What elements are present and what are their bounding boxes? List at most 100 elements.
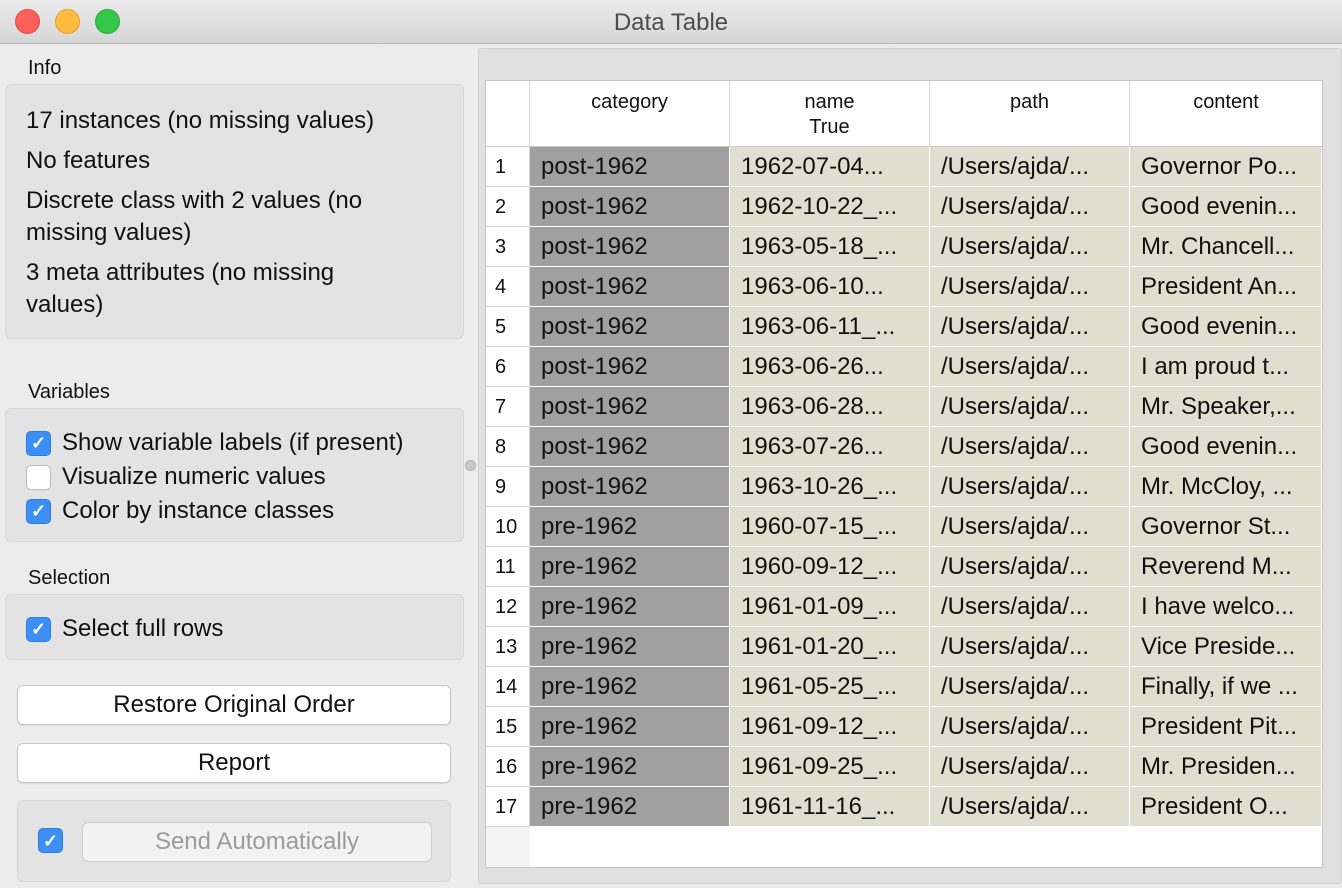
cell-category[interactable]: post-1962	[530, 467, 730, 507]
cell-path[interactable]: /Users/ajda/...	[930, 387, 1130, 427]
table-row[interactable]: 2 post-1962 1962-10-22_.../Users/ajda/... G…	[486, 187, 1322, 227]
cell-category[interactable]: pre-1962	[530, 547, 730, 587]
cell-content[interactable]: I am proud t...	[1130, 347, 1322, 387]
cell-category[interactable]: post-1962	[530, 387, 730, 427]
row-number[interactable]: 1	[486, 147, 530, 187]
table-row[interactable]: 17 pre-1962 1961-11-16_.../Users/ajda/... P…	[486, 787, 1322, 827]
cell-path[interactable]: /Users/ajda/...	[930, 707, 1130, 747]
cell-name[interactable]: 1961-11-16_...	[730, 787, 930, 827]
cell-content[interactable]: Governor St...	[1130, 507, 1322, 547]
cell-name[interactable]: 1960-07-15_...	[730, 507, 930, 547]
color-by-class-checkbox[interactable]: ✓ Color by instance classes	[26, 496, 334, 526]
cell-category[interactable]: pre-1962	[530, 667, 730, 707]
cell-category[interactable]: post-1962	[530, 347, 730, 387]
cell-path[interactable]: /Users/ajda/...	[930, 547, 1130, 587]
cell-name[interactable]: 1963-06-26...	[730, 347, 930, 387]
cell-name[interactable]: 1963-06-10...	[730, 267, 930, 307]
cell-category[interactable]: post-1962	[530, 307, 730, 347]
table-row[interactable]: 8 post-1962 1963-07-26.../Users/ajda/... Go…	[486, 427, 1322, 467]
cell-path[interactable]: /Users/ajda/...	[930, 267, 1130, 307]
send-automatically-checkbox[interactable]: ✓	[38, 828, 63, 853]
cell-category[interactable]: post-1962	[530, 147, 730, 187]
cell-category[interactable]: pre-1962	[530, 707, 730, 747]
table-row[interactable]: 7 post-1962 1963-06-28.../Users/ajda/... Mr…	[486, 387, 1322, 427]
table-row[interactable]: 16 pre-1962 1961-09-25_.../Users/ajda/... M…	[486, 747, 1322, 787]
select-full-rows-checkbox[interactable]: ✓ Select full rows	[26, 614, 223, 644]
cell-content[interactable]: Good evenin...	[1130, 187, 1322, 227]
cell-category[interactable]: pre-1962	[530, 627, 730, 667]
visualize-numeric-checkbox[interactable]: Visualize numeric values	[26, 462, 326, 492]
row-number[interactable]: 8	[486, 427, 530, 467]
row-number[interactable]: 2	[486, 187, 530, 227]
cell-category[interactable]: pre-1962	[530, 747, 730, 787]
table-row[interactable]: 12 pre-1962 1961-01-09_.../Users/ajda/... I…	[486, 587, 1322, 627]
cell-path[interactable]: /Users/ajda/...	[930, 747, 1130, 787]
cell-content[interactable]: President O...	[1130, 787, 1322, 827]
cell-content[interactable]: Vice Preside...	[1130, 627, 1322, 667]
cell-path[interactable]: /Users/ajda/...	[930, 467, 1130, 507]
table-row[interactable]: 15 pre-1962 1961-09-12_.../Users/ajda/... P…	[486, 707, 1322, 747]
send-automatically-button[interactable]: Send Automatically	[82, 822, 432, 862]
row-number[interactable]: 12	[486, 587, 530, 627]
corner-cell[interactable]	[486, 81, 530, 147]
table-row[interactable]: 6 post-1962 1963-06-26.../Users/ajda/... I …	[486, 347, 1322, 387]
cell-category[interactable]: post-1962	[530, 227, 730, 267]
cell-content[interactable]: Mr. Chancell...	[1130, 227, 1322, 267]
cell-name[interactable]: 1963-10-26_...	[730, 467, 930, 507]
row-number[interactable]: 15	[486, 707, 530, 747]
cell-content[interactable]: Good evenin...	[1130, 307, 1322, 347]
row-number[interactable]: 17	[486, 787, 530, 827]
row-number[interactable]: 11	[486, 547, 530, 587]
cell-name[interactable]: 1962-07-04...	[730, 147, 930, 187]
cell-content[interactable]: Reverend M...	[1130, 547, 1322, 587]
row-number[interactable]: 7	[486, 387, 530, 427]
cell-path[interactable]: /Users/ajda/...	[930, 587, 1130, 627]
cell-name[interactable]: 1961-01-20_...	[730, 627, 930, 667]
cell-category[interactable]: pre-1962	[530, 787, 730, 827]
column-header-path[interactable]: path	[930, 81, 1130, 147]
table-row[interactable]: 3 post-1962 1963-05-18_.../Users/ajda/... M…	[486, 227, 1322, 267]
cell-content[interactable]: I have welco...	[1130, 587, 1322, 627]
row-number[interactable]: 5	[486, 307, 530, 347]
cell-path[interactable]: /Users/ajda/...	[930, 307, 1130, 347]
table-row[interactable]: 4 post-1962 1963-06-10.../Users/ajda/... Pr…	[486, 267, 1322, 307]
cell-path[interactable]: /Users/ajda/...	[930, 667, 1130, 707]
column-header-content[interactable]: content	[1130, 81, 1322, 147]
cell-content[interactable]: President An...	[1130, 267, 1322, 307]
splitter-handle[interactable]	[465, 460, 476, 471]
cell-name[interactable]: 1961-05-25_...	[730, 667, 930, 707]
cell-path[interactable]: /Users/ajda/...	[930, 427, 1130, 467]
cell-content[interactable]: President Pit...	[1130, 707, 1322, 747]
table-row[interactable]: 1 post-1962 1962-07-04.../Users/ajda/... Go…	[486, 147, 1322, 187]
cell-content[interactable]: Finally, if we ...	[1130, 667, 1322, 707]
cell-path[interactable]: /Users/ajda/...	[930, 627, 1130, 667]
cell-path[interactable]: /Users/ajda/...	[930, 187, 1130, 227]
cell-path[interactable]: /Users/ajda/...	[930, 227, 1130, 267]
cell-name[interactable]: 1963-07-26...	[730, 427, 930, 467]
row-number[interactable]: 9	[486, 467, 530, 507]
cell-content[interactable]: Mr. Presiden...	[1130, 747, 1322, 787]
cell-content[interactable]: Mr. Speaker,...	[1130, 387, 1322, 427]
cell-path[interactable]: /Users/ajda/...	[930, 507, 1130, 547]
row-number[interactable]: 16	[486, 747, 530, 787]
table-row[interactable]: 14 pre-1962 1961-05-25_.../Users/ajda/... F…	[486, 667, 1322, 707]
table-row[interactable]: 5 post-1962 1963-06-11_.../Users/ajda/... G…	[486, 307, 1322, 347]
cell-category[interactable]: pre-1962	[530, 507, 730, 547]
cell-path[interactable]: /Users/ajda/...	[930, 347, 1130, 387]
cell-path[interactable]: /Users/ajda/...	[930, 787, 1130, 827]
column-header-category[interactable]: category	[530, 81, 730, 147]
row-number[interactable]: 10	[486, 507, 530, 547]
table-row[interactable]: 10 pre-1962 1960-07-15_.../Users/ajda/... G…	[486, 507, 1322, 547]
cell-path[interactable]: /Users/ajda/...	[930, 147, 1130, 187]
cell-category[interactable]: post-1962	[530, 187, 730, 227]
report-button[interactable]: Report	[17, 743, 451, 783]
cell-name[interactable]: 1961-09-25_...	[730, 747, 930, 787]
table-row[interactable]: 13 pre-1962 1961-01-20_.../Users/ajda/... V…	[486, 627, 1322, 667]
row-number[interactable]: 13	[486, 627, 530, 667]
cell-name[interactable]: 1962-10-22_...	[730, 187, 930, 227]
row-number[interactable]: 14	[486, 667, 530, 707]
cell-content[interactable]: Good evenin...	[1130, 427, 1322, 467]
cell-category[interactable]: pre-1962	[530, 587, 730, 627]
cell-content[interactable]: Governor Po...	[1130, 147, 1322, 187]
cell-name[interactable]: 1960-09-12_...	[730, 547, 930, 587]
